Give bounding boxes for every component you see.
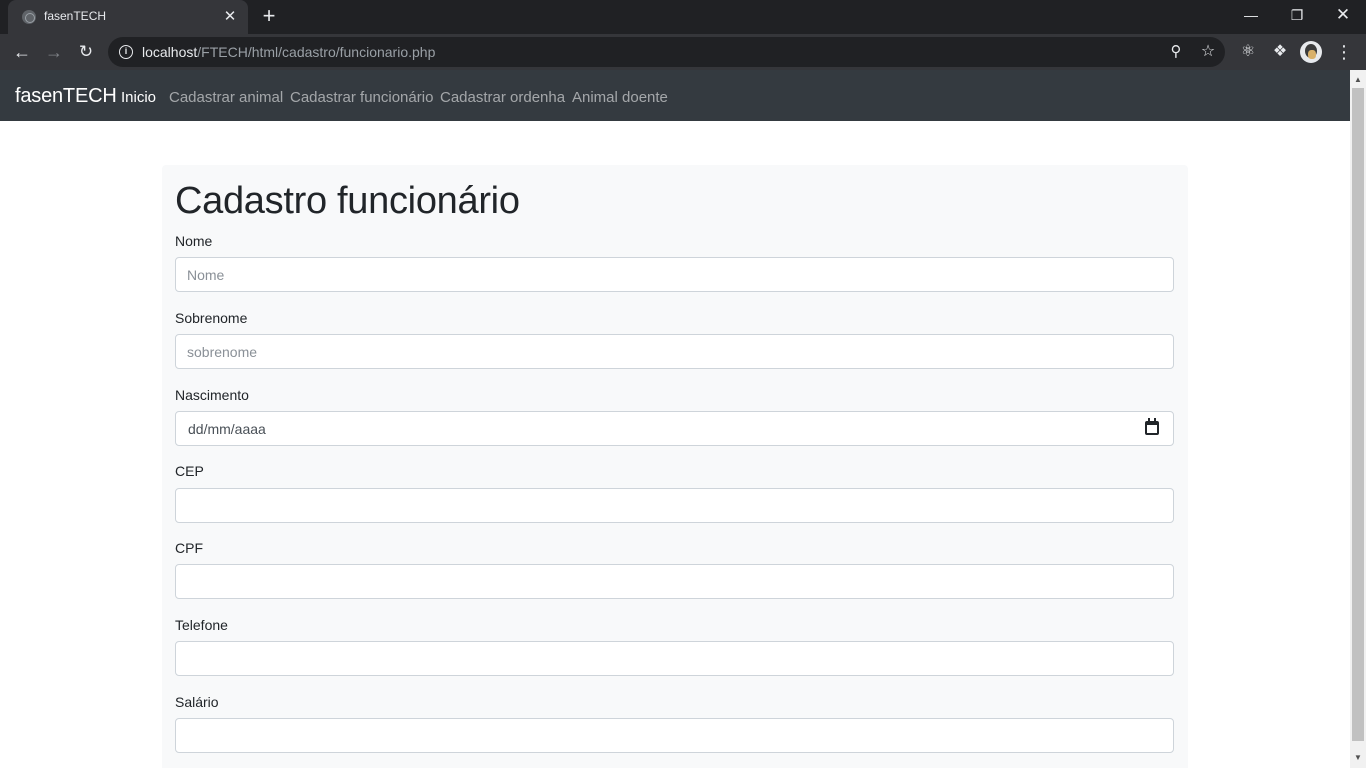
restore-icon[interactable]: ❐	[1274, 0, 1320, 30]
form-container: Cadastro funcionário Nome Sobrenome Nasc…	[162, 165, 1188, 768]
url-host: localhost	[142, 44, 198, 60]
browser-toolbar: ← → ↻ i localhost/FTECH/html/cadastro/fu…	[0, 34, 1366, 70]
cpf-field[interactable]	[175, 564, 1174, 599]
date-placeholder: dd/mm/aaaa	[188, 421, 266, 437]
tab-title: fasenTECH	[44, 9, 107, 23]
nascimento-date-field[interactable]: dd/mm/aaaa	[175, 411, 1174, 446]
brand-logo[interactable]: fasenTECH	[15, 85, 117, 108]
minimize-icon[interactable]: —	[1228, 0, 1274, 30]
nascimento-label: Nascimento	[175, 387, 249, 403]
nav-link-cadastrar-animal[interactable]: Cadastrar animal	[169, 89, 283, 106]
reload-icon[interactable]: ↻	[72, 38, 100, 66]
scrollbar-thumb[interactable]	[1352, 88, 1364, 741]
page-viewport: fasenTECH Inicio Cadastrar animal Cadast…	[0, 70, 1350, 768]
star-icon[interactable]: ☆	[1197, 41, 1219, 63]
react-icon[interactable]: ⚛	[1236, 40, 1260, 64]
site-navbar: fasenTECH Inicio Cadastrar animal Cadast…	[0, 70, 1350, 121]
cep-field[interactable]	[175, 488, 1174, 523]
nav-link-animal-doente[interactable]: Animal doente	[572, 89, 668, 106]
nav-link-cadastrar-funcionario[interactable]: Cadastrar funcionário	[290, 89, 433, 106]
puzzle-icon[interactable]: ❖	[1268, 40, 1292, 64]
close-icon[interactable]: ✕	[220, 7, 240, 27]
cep-label: CEP	[175, 463, 204, 479]
arrow-left-icon[interactable]: ←	[8, 38, 36, 66]
nav-link-inicio[interactable]: Inicio	[121, 89, 156, 106]
window-close-icon[interactable]: ✕	[1320, 0, 1366, 30]
telefone-label: Telefone	[175, 617, 228, 633]
calendar-icon[interactable]	[1145, 418, 1159, 435]
browser-tabstrip: fasenTECH ✕ + — ❐ ✕	[0, 0, 1366, 34]
nome-field[interactable]	[175, 257, 1174, 292]
url-path: /FTECH/html/cadastro/funcionario.php	[197, 44, 436, 60]
browser-tab[interactable]: fasenTECH ✕	[8, 0, 248, 34]
page-scrollbar[interactable]: ▲ ▼	[1350, 70, 1366, 768]
url-text: localhost/FTECH/html/cadastro/funcionari…	[142, 44, 435, 60]
address-bar[interactable]: i localhost/FTECH/html/cadastro/funciona…	[108, 37, 1225, 67]
scroll-up-icon[interactable]: ▲	[1350, 72, 1366, 88]
plus-icon[interactable]: +	[256, 5, 282, 29]
salario-label: Salário	[175, 694, 219, 710]
salario-field[interactable]	[175, 718, 1174, 753]
scroll-down-icon[interactable]: ▼	[1350, 750, 1366, 766]
nome-label: Nome	[175, 233, 213, 249]
sobrenome-label: Sobrenome	[175, 310, 248, 326]
kebab-menu-icon[interactable]: ⋮	[1332, 40, 1356, 64]
globe-icon	[22, 10, 36, 24]
nav-link-cadastrar-ordenha[interactable]: Cadastrar ordenha	[440, 89, 565, 106]
sobrenome-field[interactable]	[175, 334, 1174, 369]
info-icon[interactable]: i	[119, 45, 133, 59]
cpf-label: CPF	[175, 540, 203, 556]
page-title: Cadastro funcionário	[175, 180, 520, 222]
zoom-out-icon[interactable]: ⚲	[1165, 41, 1187, 63]
arrow-right-icon[interactable]: →	[40, 38, 68, 66]
telefone-field[interactable]	[175, 641, 1174, 676]
profile-avatar[interactable]	[1300, 41, 1322, 63]
